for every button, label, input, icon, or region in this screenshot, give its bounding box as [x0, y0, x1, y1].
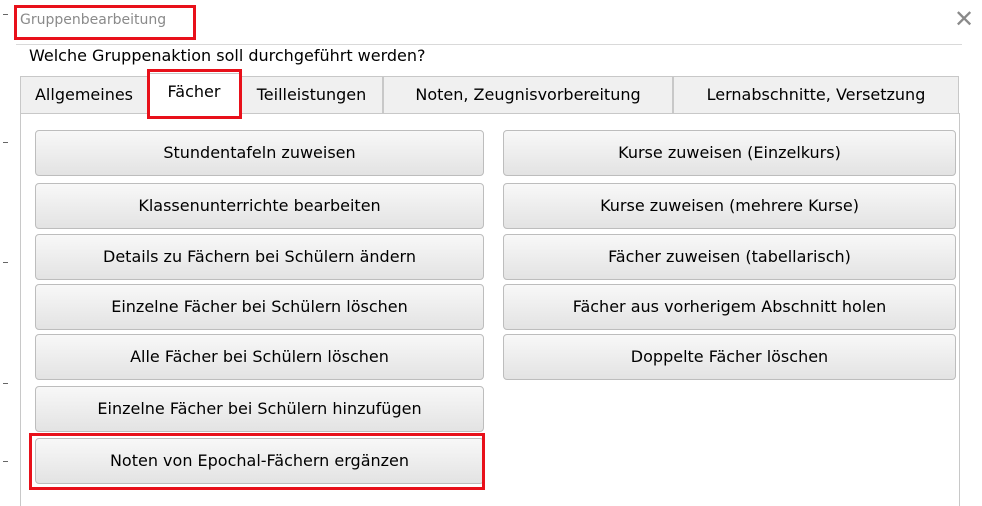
edge-tick [3, 142, 8, 143]
content-divider [16, 44, 962, 45]
tab-lernabschnitte-versetzung[interactable]: Lernabschnitte, Versetzung [673, 76, 959, 113]
tab-allgemeines[interactable]: Allgemeines [20, 76, 148, 113]
tab-teilleistungen[interactable]: Teilleistungen [240, 76, 383, 113]
edge-tick [3, 383, 8, 384]
edit-class-lessons-button[interactable]: Klassenunterrichte bearbeiten [35, 183, 484, 229]
delete-single-subjects-button[interactable]: Einzelne Fächer bei Schülern löschen [35, 284, 484, 330]
delete-all-subjects-button[interactable]: Alle Fächer bei Schülern löschen [35, 334, 484, 380]
epochal-button-highlight [29, 433, 485, 490]
window-left-edge [0, 0, 10, 506]
edge-tick [3, 14, 8, 15]
assign-timetables-button[interactable]: Stundentafeln zuweisen [35, 130, 484, 176]
add-single-subjects-button[interactable]: Einzelne Fächer bei Schülern hinzufügen [35, 386, 484, 432]
assign-multiple-courses-button[interactable]: Kurse zuweisen (mehrere Kurse) [503, 183, 956, 229]
window-title-highlight [14, 5, 196, 40]
fetch-previous-subjects-button[interactable]: Fächer aus vorherigem Abschnitt holen [503, 284, 956, 330]
edge-tick [3, 262, 8, 263]
close-icon[interactable]: ✕ [953, 7, 975, 31]
tab-noten-zeugnisvorbereitung[interactable]: Noten, Zeugnisvorbereitung [383, 76, 673, 113]
group-action-question: Welche Gruppenaktion soll durchgeführt w… [29, 46, 426, 65]
assign-single-course-button[interactable]: Kurse zuweisen (Einzelkurs) [503, 130, 956, 176]
active-tab-highlight [147, 69, 242, 119]
assign-subjects-tabular-button[interactable]: Fächer zuweisen (tabellarisch) [503, 234, 956, 280]
edge-tick [3, 461, 8, 462]
delete-duplicate-subjects-button[interactable]: Doppelte Fächer löschen [503, 334, 956, 380]
change-subject-details-button[interactable]: Details zu Fächern bei Schülern ändern [35, 234, 484, 280]
